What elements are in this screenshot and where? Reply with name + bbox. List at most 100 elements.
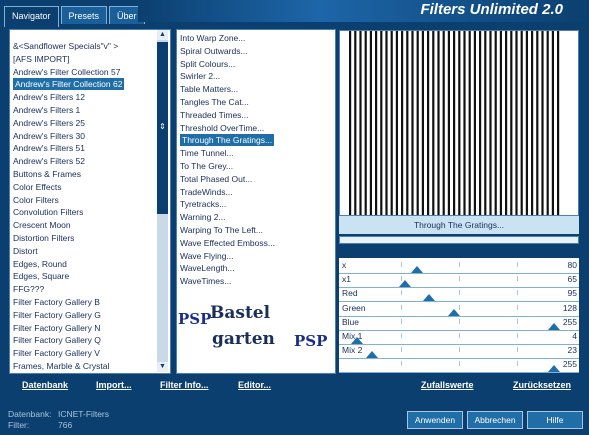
help-button[interactable]: Hilfe [527,411,583,429]
slider-label: Green [342,302,366,313]
filter-item[interactable]: Total Phased Out... [180,173,252,185]
filter-info-link[interactable]: Filter Info... [160,380,209,394]
category-item[interactable]: Crescent Moon [13,219,71,231]
slider-value: 80 [567,260,577,270]
grating-bar [411,31,414,215]
grating-bar [427,31,430,215]
tab-presets[interactable]: Presets [60,6,108,24]
apply-button[interactable]: Anwenden [407,411,463,429]
slider-tick [517,304,518,310]
grating-bar [458,31,461,215]
slider-tick [517,290,518,296]
category-item[interactable]: Filter Factory Gallery V [13,347,100,359]
slider-tick [401,262,402,267]
progress-bar [339,236,579,244]
slider-tick [401,361,402,367]
slider-tick [459,276,460,282]
grating-bar [395,31,398,215]
slider-label: x [342,260,347,270]
slider-tick [459,318,460,324]
scroll-grip-icon: ⇕ [159,122,166,131]
random-values-link[interactable]: Zufallswerte [421,380,474,394]
category-item[interactable]: Filter Factory Gallery B [13,296,100,308]
bastelgarten-logo: PSP Bastel garten PSP [174,298,334,356]
filter-item[interactable]: Tangles The Cat... [180,96,249,108]
grating-bar [359,31,362,215]
category-item[interactable]: Color Effects [13,181,62,193]
category-item[interactable]: Andrew's Filter Collection 62 [11,77,126,92]
filter-item[interactable]: Threshold OverTime... [180,122,264,134]
app-title: Filters Unlimited 2.0 [420,1,563,18]
grating-bar [525,31,528,215]
filter-item[interactable]: Warning 2... [180,211,226,223]
category-item[interactable]: Filter Factory Gallery N [13,322,100,334]
cancel-button[interactable]: Abbrechen [467,411,523,429]
reset-link[interactable]: Zurücksetzen [513,380,571,394]
category-item[interactable]: Filter Factory Gallery Q [13,334,101,346]
filter-item[interactable]: Wave Flying... [180,250,234,262]
category-item[interactable]: Color Filters [13,194,59,206]
category-item[interactable]: Andrew's Filters 1 [13,104,80,116]
filter-item[interactable]: Wave Effected Emboss... [180,237,275,249]
filter-item[interactable]: Tyretracks... [180,198,226,210]
category-item[interactable]: FFG??? [13,283,44,295]
filter-item[interactable]: Table Matters... [180,83,238,95]
import-link[interactable]: Import... [96,380,132,394]
gratings-preview [349,31,560,215]
slider-row[interactable]: 255 [339,357,579,374]
filter-item[interactable]: Swirler 2... [180,70,220,82]
grating-bar [453,31,456,215]
slider-tick [459,333,460,338]
slider-knob[interactable] [548,365,560,373]
database-link[interactable]: Datenbank [22,380,68,394]
filter-item[interactable]: Spiral Outwards... [180,45,248,57]
category-item[interactable]: Andrew's Filter Collection 57 [13,66,120,78]
category-item[interactable]: Filter Factory Gallery G [13,309,101,321]
category-item[interactable]: [AFS IMPORT] [13,53,70,65]
category-item[interactable]: Frames, Marble & Crystal [13,360,109,372]
filter-item[interactable]: Split Colours... [180,58,235,70]
filter-item[interactable]: Through The Gratings... [178,133,276,148]
editor-link[interactable]: Editor... [238,380,271,394]
category-item[interactable]: Convolution Filters [13,206,83,218]
filter-item[interactable]: To The Grey... [180,160,233,172]
grating-bar [385,31,388,215]
category-item[interactable]: Andrew's Filters 30 [13,130,85,142]
category-list: &<Sandflower Specials"v" > [AFS IMPORT] An… [9,29,171,374]
category-item[interactable]: &<Sandflower Specials"v" > [13,40,118,52]
logo-badge-left: PSP [178,310,211,328]
slider-tick [517,333,518,338]
filter-item[interactable]: Threaded Times... [180,109,249,121]
category-item[interactable]: Edges, Square [13,270,69,282]
slider-tick [401,318,402,324]
filter-item[interactable]: WaveLength... [180,262,235,274]
filter-item[interactable]: Into Warp Zone... [180,32,245,44]
filter-item[interactable]: Warping To The Left... [180,224,263,236]
scroll-up-icon[interactable]: ▲ [157,30,168,40]
logo-line1: Bastel [210,303,271,323]
category-item[interactable]: Andrew's Filters 12 [13,91,85,103]
category-item[interactable]: Distortion Filters [13,232,74,244]
category-item[interactable]: Andrew's Filters 51 [13,142,85,154]
preview-image [339,30,579,216]
grating-bar [494,31,497,215]
category-item[interactable]: Andrew's Filters 52 [13,155,85,167]
slider-value: 128 [562,302,577,313]
category-item[interactable]: Andrew's Filters 25 [13,117,85,129]
grating-bar [531,31,534,215]
category-item[interactable]: Edges, Round [13,258,67,270]
tab-navigator[interactable]: Navigator [4,6,59,27]
category-item[interactable]: Buttons & Frames [13,168,81,180]
grating-bar [468,31,471,215]
category-item[interactable]: Distort [13,245,38,257]
title-bar: Filters Unlimited 2.0 [138,0,589,22]
filter-item[interactable]: WaveTimes... [180,275,231,287]
filter-item[interactable]: Time Tunnel... [180,147,234,159]
slider-tick [517,361,518,367]
category-scrollbar[interactable]: ▲ ⇕ ▼ [157,30,168,372]
filter-item[interactable]: TradeWinds... [180,186,233,198]
grating-bar [479,31,482,215]
grating-bar [484,31,487,215]
scroll-down-icon[interactable]: ▼ [157,362,168,372]
grating-bar [354,31,357,215]
